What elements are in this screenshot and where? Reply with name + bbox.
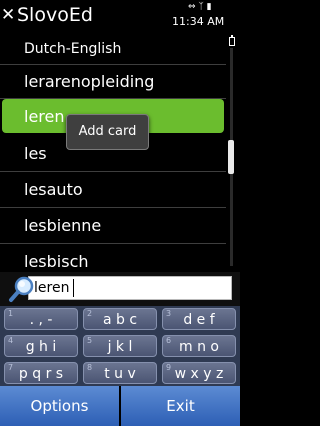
list-item-label: lesbisch	[24, 252, 89, 271]
close-icon[interactable]: ✕	[1, 4, 15, 26]
key-4[interactable]: 4 g h i	[4, 335, 78, 357]
key-3[interactable]: 3 d e f	[162, 308, 236, 330]
scrollbar-thumb[interactable]	[228, 140, 234, 174]
search-input[interactable]: leren	[28, 276, 232, 300]
key-9[interactable]: 9 w x y z	[162, 362, 236, 384]
itu-keypad: 1 . , - 2 a b c 3 d e f 4 g h i 5 j k l …	[0, 306, 240, 386]
list-item-label: lesauto	[24, 180, 83, 199]
search-icon	[9, 276, 34, 302]
clock: 11:34 AM	[172, 15, 225, 28]
key-label: m n o	[179, 339, 219, 355]
options-softkey[interactable]: Options	[0, 386, 119, 426]
list-item[interactable]: lesbienne	[0, 208, 226, 244]
key-6[interactable]: 6 m n o	[162, 335, 236, 357]
list-item[interactable]: lesbisch	[0, 244, 226, 272]
text-cursor	[73, 279, 74, 297]
key-7[interactable]: 7 p q r s	[4, 362, 78, 384]
dictionary-header[interactable]: Dutch-English	[0, 30, 226, 66]
key-5[interactable]: 5 j k l	[83, 335, 157, 357]
connectivity-icon: ⇔ ᛉ ▮	[188, 2, 212, 12]
key-label: p q r s	[18, 366, 64, 382]
exit-softkey[interactable]: Exit	[121, 386, 240, 426]
key-label: d e f	[183, 312, 215, 328]
context-menu-add-card[interactable]: Add card	[66, 114, 149, 150]
list-item[interactable]: lerarenopleiding	[0, 64, 226, 100]
app-title: SlovoEd	[17, 4, 93, 26]
word-list[interactable]: Dutch-English lerarenopleiding leren les…	[0, 30, 226, 272]
status-bar: ✕ SlovoEd ⇔ ᛉ ▮ 11:34 AM	[0, 0, 240, 34]
list-item-label: les	[24, 144, 47, 163]
battery-icon	[229, 35, 235, 46]
key-label: w x y z	[174, 366, 224, 382]
key-label: j k l	[107, 339, 133, 355]
key-label: g h i	[25, 339, 57, 355]
key-8[interactable]: 8 t u v	[83, 362, 157, 384]
list-item-label: lesbienne	[24, 216, 102, 235]
search-bar: leren	[0, 272, 240, 306]
key-label: . , -	[29, 312, 53, 328]
key-label: a b c	[102, 312, 138, 328]
list-item-label: leren	[24, 107, 65, 126]
key-1[interactable]: 1 . , -	[4, 308, 78, 330]
dictionary-name: Dutch-English	[24, 41, 122, 57]
list-item-label: lerarenopleiding	[24, 72, 155, 91]
search-input-value: leren	[34, 280, 70, 296]
softkey-bar: Options Exit	[0, 386, 240, 426]
key-2[interactable]: 2 a b c	[83, 308, 157, 330]
key-label: t u v	[104, 366, 136, 382]
list-item[interactable]: lesauto	[0, 172, 226, 208]
